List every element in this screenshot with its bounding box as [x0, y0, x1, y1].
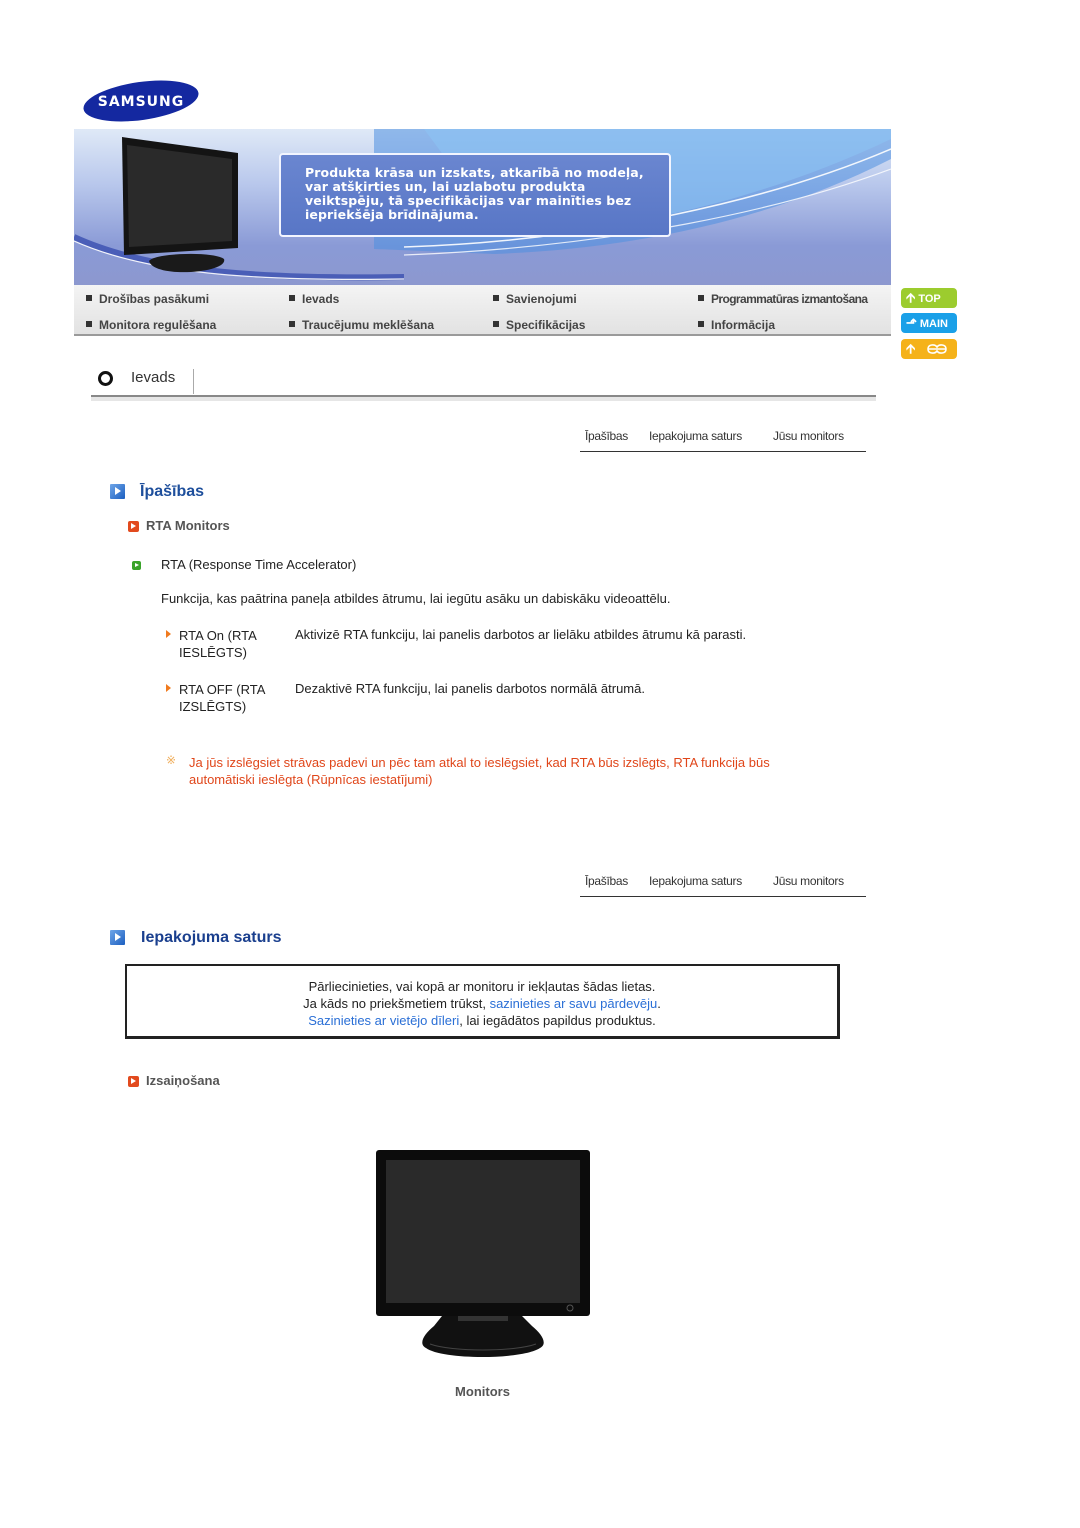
nav-item-traucejumu-meklesana[interactable]: Traucējumu meklēšana	[289, 318, 434, 332]
bullet-icon	[698, 295, 704, 301]
bullet-icon	[86, 321, 92, 327]
back-button[interactable]: 🡩	[901, 339, 957, 359]
term-rta-off: RTA OFF (RTA IZSLĒGTS)	[179, 682, 265, 714]
monitor-caption: Monitors	[455, 1384, 510, 1399]
bullet-icon	[289, 295, 295, 301]
section-title: Ievads	[131, 369, 176, 386]
rta-item-title: RTA (Response Time Accelerator)	[161, 557, 357, 572]
subnav-link-jusu-monitors[interactable]: Jūsu monitors	[773, 874, 844, 888]
play-icon	[110, 484, 125, 499]
package-info-box: Pārliecinieties, vai kopā ar monitoru ir…	[125, 964, 840, 1039]
contact-seller-link[interactable]: sazinieties ar savu pārdevēju	[490, 996, 658, 1011]
nav-item-ievads[interactable]: Ievads	[289, 292, 339, 306]
subnav-link-ipasibas[interactable]: Īpašības	[585, 874, 628, 888]
monitor-banner-image	[122, 137, 238, 273]
triangle-bullet-icon	[166, 684, 171, 692]
banner-notice-text: Produkta krāsa un izskats, atkarībā no m…	[305, 165, 644, 222]
bullet-icon	[493, 321, 499, 327]
bullet-icon	[86, 295, 92, 301]
play-icon	[110, 930, 125, 945]
definition-rta-off: Dezaktivē RTA funkciju, lai panelis darb…	[295, 681, 645, 696]
nav-item-specifikacijas[interactable]: Specifikācijas	[493, 318, 585, 332]
arrow-up-icon: 🡩	[906, 341, 916, 356]
divider	[91, 397, 876, 401]
subnav-link-ipasibas[interactable]: Īpašības	[585, 429, 628, 443]
book-icon	[927, 344, 947, 354]
rta-monitors-subheading: RTA Monitors	[146, 518, 230, 533]
bullet-icon	[493, 295, 499, 301]
term-rta-on: RTA On (RTA IESLĒGTS)	[179, 628, 257, 660]
nav-item-informacija[interactable]: Informācija	[698, 318, 775, 332]
play-icon	[128, 1076, 139, 1087]
nav-item-savienojumi[interactable]: Savienojumi	[493, 292, 577, 306]
arrow-up-icon: 🡩	[906, 290, 916, 305]
package-info-line2: Ja kāds no priekšmetiem trūkst, saziniet…	[303, 996, 661, 1011]
banner: Produkta krāsa un izskats, atkarībā no m…	[74, 129, 891, 285]
package-heading: Iepakojuma saturs	[141, 929, 282, 946]
nav-item-monitora-regulesana[interactable]: Monitora regulēšana	[86, 318, 216, 332]
package-info-line1: Pārliecinieties, vai kopā ar monitoru ir…	[308, 979, 656, 994]
top-button[interactable]: 🡩 TOP	[901, 288, 957, 308]
bullet-icon	[698, 321, 704, 327]
nav-item-programmaturas-izmantosana[interactable]: Programmatūras izmantošana	[698, 292, 868, 306]
rta-warning-note: Ja jūs izslēgsiet strāvas padevi un pēc …	[189, 755, 770, 787]
circle-icon	[98, 371, 113, 386]
play-icon	[128, 521, 139, 532]
contact-dealer-link[interactable]: Sazinieties ar vietējo dīleri	[308, 1013, 459, 1028]
sub-navigation: Īpašības Iepakojuma saturs Jūsu monitors	[580, 423, 866, 452]
main-button[interactable]: ⬏ MAIN	[901, 313, 957, 333]
main-navigation: Drošības pasākumi Ievads Savienojumi Pro…	[74, 285, 891, 336]
nav-item-drosibas-pasakumi[interactable]: Drošības pasākumi	[86, 292, 209, 306]
subnav-link-iepakojuma-saturs[interactable]: Iepakojuma saturs	[649, 429, 742, 443]
logo-text: SAMSUNG	[98, 94, 185, 110]
unpacking-subheading: Izsaiņošana	[146, 1073, 220, 1088]
triangle-bullet-icon	[166, 630, 171, 638]
arrow-turn-up-icon: ⬏	[906, 315, 917, 330]
samsung-logo: SAMSUNG	[83, 80, 199, 122]
definition-rta-on: Aktivizē RTA funkciju, lai panelis darbo…	[295, 627, 747, 642]
monitor-product-image	[376, 1150, 590, 1357]
note-asterisk-icon: ※	[166, 753, 177, 767]
package-info-line3: Sazinieties ar vietējo dīleri, lai iegād…	[308, 1013, 656, 1028]
rta-description: Funkcija, kas paātrina paneļa atbildes ā…	[161, 591, 671, 606]
subnav-link-jusu-monitors[interactable]: Jūsu monitors	[773, 429, 844, 443]
sub-navigation: Īpašības Iepakojuma saturs Jūsu monitors	[580, 868, 866, 897]
divider	[193, 369, 194, 394]
bullet-icon	[289, 321, 295, 327]
features-heading: Īpašības	[140, 483, 205, 500]
subnav-link-iepakojuma-saturs[interactable]: Iepakojuma saturs	[649, 874, 742, 888]
banner-notice: Produkta krāsa un izskats, atkarībā no m…	[279, 153, 671, 237]
play-icon	[132, 561, 141, 570]
